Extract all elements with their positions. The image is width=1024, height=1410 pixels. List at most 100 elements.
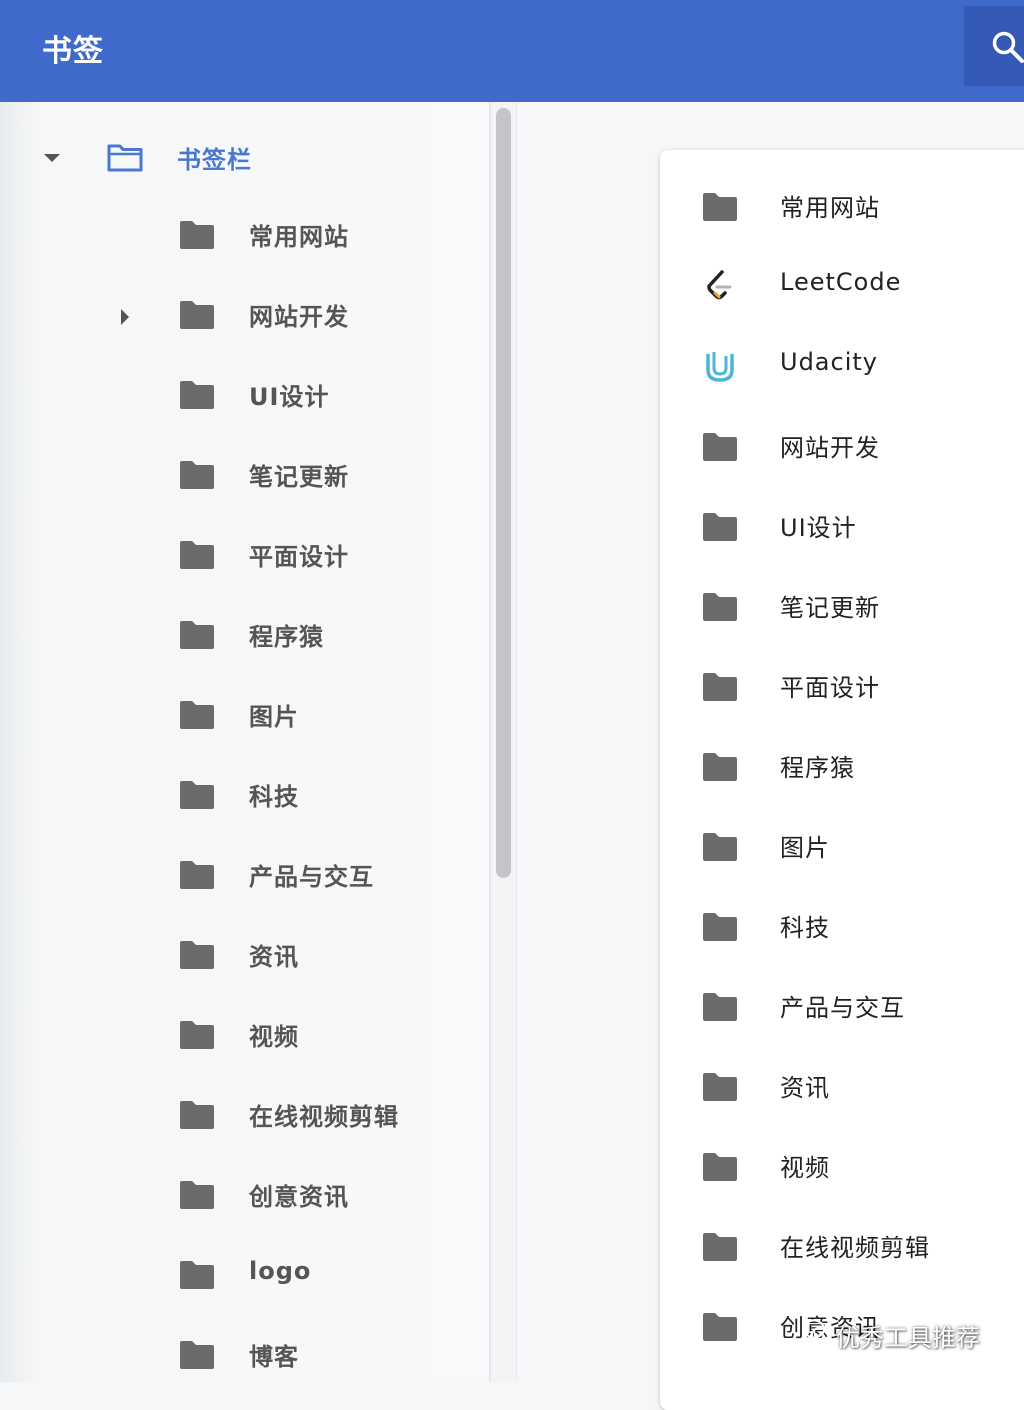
bookmark-label: 在线视频剪辑 [780,1234,930,1262]
tree-item-label: logo [249,1257,312,1285]
folder-icon [703,833,737,861]
tree-item-label: 图片 [249,703,299,731]
tree-item-label: 科技 [249,783,299,811]
bookmark-list-card: 常用网站 LeetCode Udacity 网站开发 UI设计笔记更新平面设计程序猿图片… [660,150,1024,1410]
tree-item-label: 资讯 [249,943,299,971]
tree-item[interactable]: 产品与交互 [0,836,488,916]
folder-icon [180,781,214,809]
folder-icon [180,1341,214,1369]
tree-item-label: 在线视频剪辑 [249,1103,399,1131]
folder-icon [180,941,214,969]
bookmark-label: 产品与交互 [780,994,905,1022]
bookmark-label: 网站开发 [780,434,880,462]
bookmark-label: 资讯 [780,1074,830,1102]
folder-icon [180,221,214,249]
search-icon [992,31,1024,63]
tree-item[interactable]: 科技 [0,756,488,836]
tree-item-label: 博客 [249,1343,299,1371]
folder-icon [180,861,214,889]
tree-item[interactable]: 程序猿 [0,596,488,676]
folder-icon [180,301,214,329]
folder-icon [703,913,737,941]
tree-item[interactable]: logo [0,1236,488,1316]
bookmark-list-item[interactable]: 平面设计 [660,646,1024,726]
tree-item-label: UI设计 [249,383,330,411]
watermark-text: 优秀工具推荐 [836,1324,980,1352]
bookmark-label: 视频 [780,1154,830,1182]
bookmark-label: LeetCode [780,268,902,296]
tree-item-label: 产品与交互 [249,863,374,891]
tree-item[interactable]: 博客 [0,1316,488,1396]
tree-item[interactable]: UI设计 [0,356,488,436]
folder-icon [703,193,737,221]
tree-item-bookmarks-bar[interactable]: 书签栏 [0,118,488,196]
folder-icon [703,1073,737,1101]
content-divider [516,102,517,1382]
folder-icon [180,1181,214,1209]
folder-icon [180,541,214,569]
tree-item[interactable]: 笔记更新 [0,436,488,516]
tree-item[interactable]: 平面设计 [0,516,488,596]
bookmark-label: 笔记更新 [780,594,880,622]
tree-item-label: 平面设计 [249,543,349,571]
bookmark-list-item[interactable]: LeetCode [660,246,1024,326]
tree-item[interactable]: 资讯 [0,916,488,996]
folder-icon [703,1233,737,1261]
bookmark-label: 常用网站 [780,194,880,222]
bookmark-list-item[interactable]: 在线视频剪辑 [660,1206,1024,1286]
folder-icon [703,593,737,621]
bookmark-list-item[interactable]: 网站开发 [660,406,1024,486]
tree-item-label: 创意资讯 [249,1183,349,1211]
sidebar-scrollbar-thumb[interactable] [496,108,511,878]
folder-icon [180,701,214,729]
tree-root-label: 书签栏 [177,146,252,174]
bookmark-list-item[interactable]: 常用网站 [660,166,1024,246]
folder-icon [703,673,737,701]
tree-item[interactable]: 常用网站 [0,196,488,276]
wechat-logo-icon [803,1319,831,1344]
folder-icon [180,1101,214,1129]
tree-item[interactable]: 创意资讯 [0,1156,488,1236]
tree-item-label: 视频 [249,1023,299,1051]
bookmark-label: Udacity [780,348,878,376]
tree-item-label: 笔记更新 [249,463,349,491]
search-button[interactable] [964,6,1024,86]
tree-item-label: 常用网站 [249,223,349,251]
bookmark-label: UI设计 [780,514,857,542]
leetcode-icon [707,270,732,300]
folder-icon [703,1153,737,1181]
folder-icon [703,993,737,1021]
folder-icon [180,621,214,649]
bookmark-label: 图片 [780,834,830,862]
top-app-bar: 书签 [0,0,1024,102]
folder-icon [180,1261,214,1289]
folder-icon [180,461,214,489]
bookmark-list-item[interactable]: UI设计 [660,486,1024,566]
bookmark-label: 科技 [780,914,830,942]
expand-arrow-icon[interactable] [44,154,60,162]
folder-icon [180,1021,214,1049]
bookmark-list-item[interactable]: 产品与交互 [660,966,1024,1046]
open-folder-icon [107,144,143,172]
tree-item[interactable]: 图片 [0,676,488,756]
udacity-icon [706,352,734,382]
bookmark-list-item[interactable]: 程序猿 [660,726,1024,806]
folder-icon [703,433,737,461]
bookmark-list-item[interactable]: 视频 [660,1126,1024,1206]
bookmark-list-item[interactable]: Udacity [660,326,1024,406]
tree-item-label: 程序猿 [249,623,324,651]
bookmark-list-item[interactable]: 笔记更新 [660,566,1024,646]
page-title: 书签 [42,34,104,69]
bookmark-list-item[interactable]: 科技 [660,886,1024,966]
tree-item[interactable]: 在线视频剪辑 [0,1076,488,1156]
folder-icon [703,753,737,781]
bookmark-label: 程序猿 [780,754,855,782]
bookmark-list-item[interactable]: 资讯 [660,1046,1024,1126]
tree-item[interactable]: 网站开发 [0,276,488,356]
folder-icon [703,513,737,541]
folder-icon [180,381,214,409]
tree-item[interactable]: 视频 [0,996,488,1076]
expand-arrow-icon[interactable] [121,309,129,325]
bookmark-list-item[interactable]: 图片 [660,806,1024,886]
tree-item-label: 网站开发 [249,303,349,331]
